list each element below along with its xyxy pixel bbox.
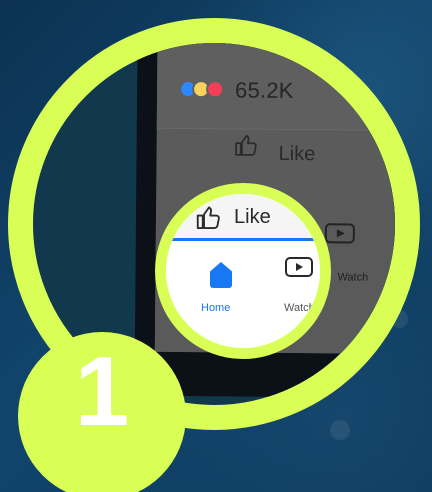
thumbs-up-icon[interactable] bbox=[194, 203, 224, 233]
zoomed-watch-label[interactable]: Watch bbox=[284, 302, 315, 314]
zoomed-like-label[interactable]: Like bbox=[234, 206, 271, 229]
video-icon[interactable] bbox=[324, 221, 356, 245]
reaction-icons bbox=[179, 79, 233, 99]
zoomed-bottom-nav: Like Home Watch bbox=[166, 194, 320, 348]
home-icon[interactable] bbox=[203, 256, 239, 292]
reaction-count: 65.2K bbox=[234, 77, 294, 103]
like-label[interactable]: Like bbox=[278, 143, 315, 166]
reactions-row: 65.2K bbox=[156, 43, 395, 131]
thumbs-up-icon[interactable] bbox=[232, 131, 260, 159]
more-indicator bbox=[383, 307, 395, 313]
video-icon[interactable] bbox=[284, 255, 314, 279]
zoomed-like-bar: Like bbox=[166, 194, 320, 241]
home-label[interactable]: Home bbox=[201, 302, 230, 314]
home-active-indicator bbox=[166, 238, 320, 241]
step-number-badge: 1 bbox=[18, 332, 186, 492]
step-number: 1 bbox=[74, 336, 130, 446]
magnifier-ring-small: Like Home Watch bbox=[155, 183, 331, 359]
more-label[interactable]: M bbox=[391, 272, 395, 284]
background-dot bbox=[330, 420, 350, 440]
love-reaction-icon bbox=[206, 80, 225, 99]
tutorial-step-card: 65.2K Like Watch M Like Home Watch 1 bbox=[0, 0, 432, 492]
watch-label[interactable]: Watch bbox=[337, 271, 368, 283]
